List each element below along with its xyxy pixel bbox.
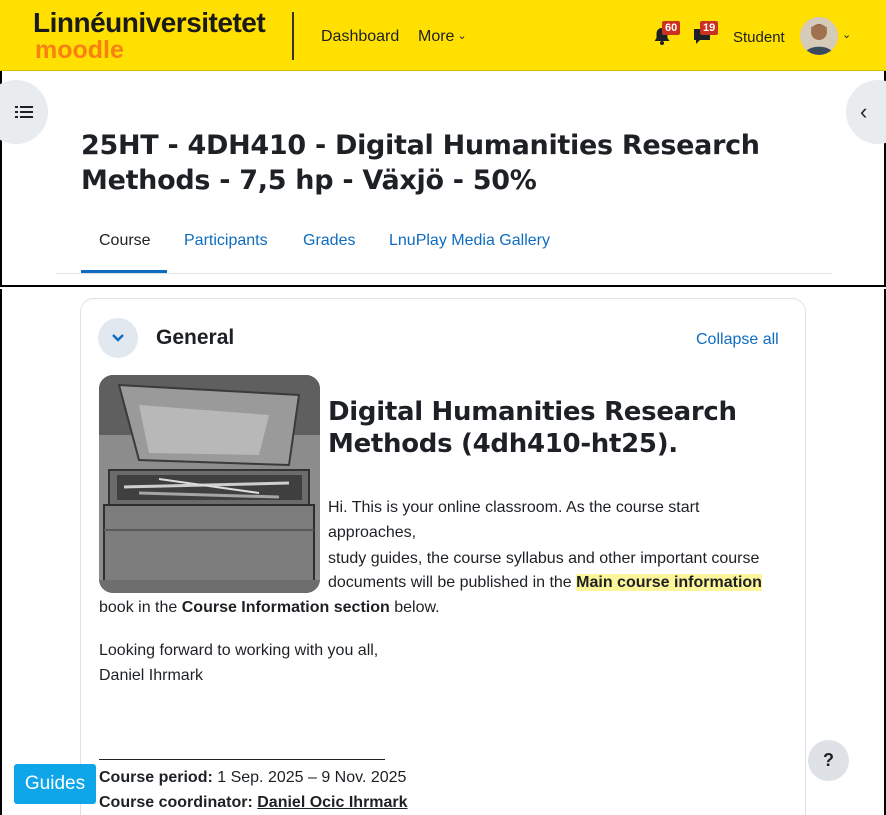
- avatar-image: [800, 17, 838, 55]
- user-role-label[interactable]: Student: [733, 29, 785, 46]
- collapse-all-link[interactable]: Collapse all: [696, 331, 779, 349]
- logo-divider: [292, 12, 294, 60]
- divider: [99, 759, 385, 760]
- chevron-left-icon: ‹: [860, 99, 868, 124]
- tab-grades[interactable]: Grades: [303, 232, 355, 250]
- course-information-section-bold: Course Information section: [181, 599, 390, 616]
- message-count-badge: 19: [700, 21, 719, 35]
- active-tab-indicator: [81, 270, 167, 273]
- logo-university-name: Linnéuniversitetet: [33, 7, 266, 38]
- course-tabs: Course Participants Grades LnuPlay Media…: [56, 222, 832, 274]
- chevron-down-icon: [112, 334, 124, 342]
- nav-dashboard-link[interactable]: Dashboard: [321, 28, 399, 46]
- coordinator-profile-link[interactable]: Daniel Ocic Ihrmark: [257, 794, 407, 811]
- intro-line-2: approaches,: [328, 524, 417, 541]
- top-navbar: Linnéuniversitetet moodle Dashboard More…: [0, 0, 886, 71]
- chevron-down-icon[interactable]: ⌄: [842, 28, 851, 41]
- course-coordinator: Course coordinator: Daniel Ocic Ihrmark: [99, 790, 408, 815]
- intro-line-4-text: documents will be published in the: [328, 574, 577, 591]
- section-collapse-button[interactable]: [98, 318, 138, 358]
- intro-line-5-post: below.: [389, 599, 440, 616]
- nav-more-menu[interactable]: More ⌄: [418, 28, 467, 46]
- page-title: 25HT - 4DH410 - Digital Humanities Resea…: [81, 130, 760, 196]
- main-course-information-highlight: Main course information: [576, 574, 762, 591]
- intro-line-1: Hi. This is your online classroom. As th…: [328, 499, 700, 516]
- intro-line-3: study guides, the course syllabus and ot…: [328, 550, 760, 567]
- chevron-down-icon: ⌄: [457, 30, 467, 42]
- list-icon: [15, 106, 33, 118]
- avatar[interactable]: [800, 17, 838, 55]
- toolbox-illustration: [99, 375, 320, 593]
- notification-count-badge: 60: [662, 21, 681, 35]
- intro-line-5: book in the Course Information section b…: [99, 595, 440, 620]
- section-title[interactable]: General: [156, 326, 234, 350]
- guides-button[interactable]: Guides: [14, 764, 96, 804]
- tab-course[interactable]: Course: [99, 232, 151, 250]
- course-period: Course period: 1 Sep. 2025 – 9 Nov. 2025: [99, 765, 406, 790]
- intro-line-4: documents will be published in the Main …: [328, 570, 762, 595]
- help-button[interactable]: ?: [808, 740, 849, 781]
- course-period-label: Course period:: [99, 769, 213, 786]
- toolbox-image: [99, 375, 320, 593]
- course-coordinator-label: Course coordinator:: [99, 794, 253, 811]
- tab-lnuplay-media-gallery[interactable]: LnuPlay Media Gallery: [389, 232, 550, 250]
- course-heading: Digital Humanities Research Methods (4dh…: [328, 397, 737, 459]
- logo-moodle: moodle: [35, 36, 124, 64]
- intro-line-5-pre: book in the: [99, 599, 182, 616]
- course-period-value: 1 Sep. 2025 – 9 Nov. 2025: [212, 769, 407, 786]
- site-logo[interactable]: Linnéuniversitetet moodle: [33, 7, 266, 64]
- nav-more-label: More: [418, 28, 455, 45]
- signature: Daniel Ihrmark: [99, 667, 204, 684]
- tab-participants[interactable]: Participants: [184, 232, 268, 250]
- closing-line: Looking forward to working with you all,: [99, 642, 379, 659]
